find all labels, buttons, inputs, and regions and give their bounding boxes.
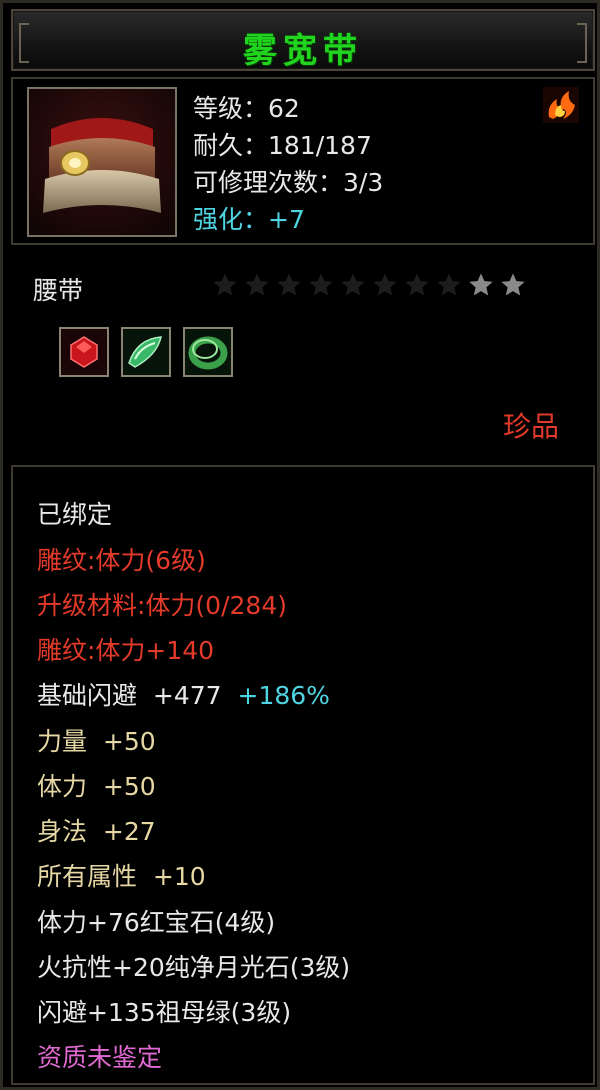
upgrade-material: 升级材料:体力(0/284) [37, 591, 287, 620]
star-filled-icon [501, 273, 525, 296]
gem-bonus-3: 闪避+135祖母绿(3级) [37, 998, 292, 1027]
gem-slot[interactable] [183, 327, 233, 377]
star-empty-icon [309, 273, 333, 296]
bound-status: 已绑定 [37, 500, 113, 529]
gem-sockets [59, 327, 233, 377]
star-empty-icon [213, 273, 237, 296]
jade-ring-icon [185, 329, 231, 375]
strength-row: 力量 +50 [37, 722, 156, 758]
base-dodge-row: 基础闪避 +477 +186% [37, 676, 330, 712]
gem-bonus-1: 体力+76红宝石(4级) [37, 908, 276, 937]
agility-row: 身法 +27 [37, 812, 156, 848]
attribute-panel: 已绑定 雕纹:体力(6级) 升级材料:体力(0/284) 雕纹:体力+140 基… [11, 465, 595, 1085]
all-attr-row: 所有属性 +10 [37, 857, 206, 893]
item-name: 雾宽带 [243, 31, 363, 71]
belt-icon [29, 89, 175, 235]
base-dodge-pct: +186% [237, 681, 330, 710]
engrave-level: 雕纹:体力(6级) [37, 546, 206, 575]
gem-slot[interactable] [121, 327, 171, 377]
star-empty-icon [245, 273, 269, 296]
star-empty-icon [437, 273, 461, 296]
star-empty-icon [405, 273, 429, 296]
item-repair-count: 可修理次数：3/3 [193, 168, 384, 197]
engrave-bonus: 雕纹:体力+140 [37, 636, 215, 665]
item-type: 腰带 [33, 276, 84, 305]
agility-value: +27 [102, 817, 156, 846]
agility-label: 身法 [37, 817, 88, 846]
star-empty-icon [277, 273, 301, 296]
item-meta: 腰带 珍品 [11, 249, 595, 453]
all-attr-label: 所有属性 [37, 862, 138, 891]
item-header: 等级：62 耐久：181/187 可修理次数：3/3 强化：+7 [11, 77, 595, 245]
aptitude-status: 资质未鉴定 [37, 1043, 163, 1072]
emerald-shard-icon [123, 329, 169, 375]
item-tooltip: 雾宽带 等级：62 耐久：181/187 可修理次数：3/3 强化：+7 腰带 … [0, 0, 600, 1090]
vitality-label: 体力 [37, 772, 88, 801]
vitality-row: 体力 +50 [37, 767, 156, 803]
star-empty-icon [373, 273, 397, 296]
base-dodge-value: +477 [152, 681, 222, 710]
fire-icon [543, 87, 579, 123]
item-level: 等级：62 [193, 94, 300, 123]
title-bar: 雾宽带 [11, 9, 595, 71]
item-portrait [27, 87, 177, 237]
all-attr-value: +10 [152, 862, 206, 891]
gem-slot[interactable] [59, 327, 109, 377]
rarity-label: 珍品 [502, 410, 559, 443]
star-filled-icon [469, 273, 493, 296]
strength-label: 力量 [37, 727, 88, 756]
star-empty-icon [341, 273, 365, 296]
gem-bonus-2: 火抗性+20纯净月光石(3级) [37, 953, 351, 982]
item-enhance: 强化：+7 [193, 205, 305, 234]
item-durability: 耐久：181/187 [193, 131, 372, 160]
base-dodge-label: 基础闪避 [37, 681, 138, 710]
vitality-value: +50 [102, 772, 156, 801]
star-rating [211, 271, 527, 299]
ruby-gem-icon [61, 329, 107, 375]
strength-value: +50 [102, 727, 156, 756]
